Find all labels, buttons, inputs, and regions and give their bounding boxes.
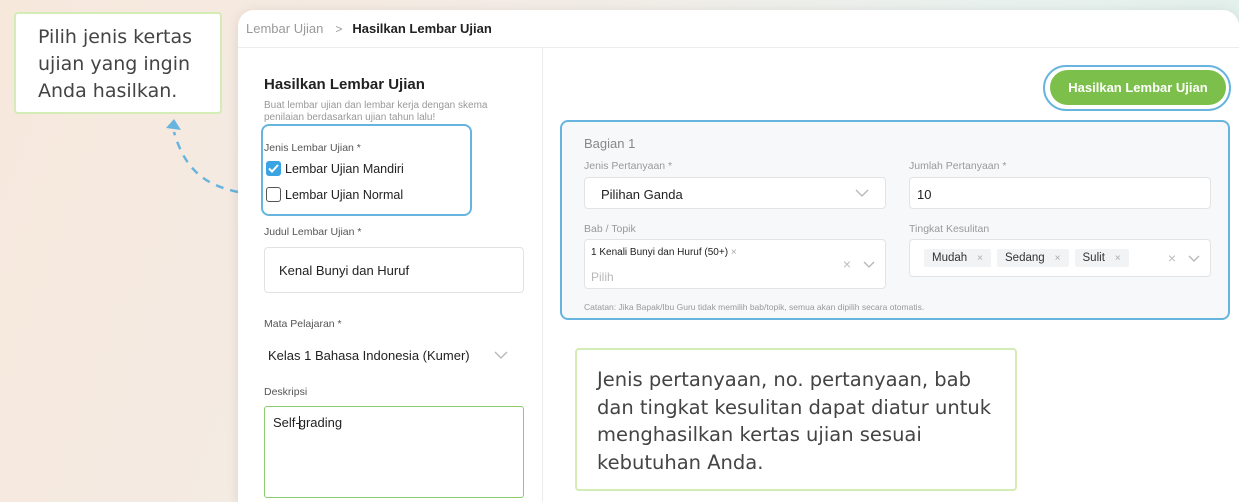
chapter-chip-label: 1 Kenali Bunyi dan Huruf (50+) — [591, 247, 729, 258]
tooltip-left-text: Pilih jenis kertas ujian yang ingin Anda… — [38, 26, 193, 102]
question-count-input[interactable]: 10 — [909, 177, 1211, 209]
question-count-value: 10 — [917, 187, 932, 202]
chevron-down-icon[interactable] — [1188, 255, 1200, 262]
highlight-box-type — [261, 124, 472, 216]
tooltip-section-settings: Jenis pertanyaan, no. pertanyaan, bab da… — [575, 348, 1017, 491]
subject-select-value: Kelas 1 Bahasa Indonesia (Kumer) — [268, 347, 470, 363]
difficulty-chips: Mudah × Sedang × Sulit × — [924, 249, 1135, 267]
difficulty-chip-sulit[interactable]: Sulit × — [1074, 249, 1129, 267]
arrow-to-tooltip-left — [172, 131, 239, 194]
chevron-down-icon — [855, 189, 869, 197]
chip-label: Mudah — [932, 252, 968, 264]
chapter-multiselect[interactable]: 1 Kenali Bunyi dan Huruf (50+) × Pilih × — [584, 239, 886, 289]
difficulty-label: Tingkat Kesulitan — [909, 223, 990, 235]
description-text-part2: grading — [298, 415, 343, 430]
tooltip-select-type: Pilih jenis kertas ujian yang ingin Anda… — [14, 12, 222, 114]
question-count-label: Jumlah Pertanyaan * — [909, 160, 1007, 172]
title-field-label: Judul Lembar Ujian * — [264, 226, 362, 238]
tooltip-bottom-text: Jenis pertanyaan, no. pertanyaan, bab da… — [597, 368, 992, 474]
page-title: Hasilkan Lembar Ujian — [264, 76, 425, 93]
section-card: Bagian 1 Jenis Pertanyaan * Pilihan Gand… — [560, 120, 1230, 320]
question-type-value: Pilihan Ganda — [601, 187, 683, 202]
chapter-placeholder: Pilih — [591, 270, 614, 284]
chip-label: Sulit — [1082, 252, 1105, 264]
difficulty-chip-sedang[interactable]: Sedang × — [997, 249, 1069, 267]
description-text-part1: Self- — [273, 415, 300, 430]
form-panel: Hasilkan Lembar Ujian Buat lembar ujian … — [238, 48, 543, 502]
page-description: Buat lembar ujian dan lembar kerja denga… — [264, 100, 488, 123]
section-title: Bagian 1 — [584, 136, 636, 151]
chip-remove-icon[interactable]: × — [1115, 253, 1121, 264]
chip-label: Sedang — [1005, 252, 1045, 264]
question-type-select[interactable]: Pilihan Ganda — [584, 177, 886, 209]
chapter-chip[interactable]: 1 Kenali Bunyi dan Huruf (50+) × — [591, 247, 737, 258]
chevron-down-icon[interactable] — [863, 261, 875, 268]
arrow-head-left — [166, 119, 181, 130]
chip-remove-icon[interactable]: × — [731, 247, 737, 258]
difficulty-multiselect[interactable]: Mudah × Sedang × Sulit × × — [909, 239, 1211, 277]
difficulty-chip-mudah[interactable]: Mudah × — [924, 249, 992, 267]
clear-icon[interactable]: × — [843, 256, 851, 272]
chip-remove-icon[interactable]: × — [977, 253, 983, 264]
chip-remove-icon[interactable]: × — [1055, 253, 1061, 264]
description-textarea[interactable]: Self-grading — [264, 406, 524, 498]
title-input-value: Kenal Bunyi dan Huruf — [279, 262, 410, 278]
clear-icon[interactable]: × — [1168, 250, 1176, 266]
subject-label: Mata Pelajaran * — [264, 318, 342, 330]
subject-select[interactable]: Kelas 1 Bahasa Indonesia (Kumer) — [264, 338, 524, 372]
generate-exam-button[interactable]: Hasilkan Lembar Ujian — [1050, 70, 1226, 105]
title-input[interactable]: Kenal Bunyi dan Huruf — [264, 247, 524, 293]
breadcrumb-parent-link[interactable]: Lembar Ujian — [246, 21, 323, 36]
question-type-label: Jenis Pertanyaan * — [584, 160, 673, 172]
chevron-down-icon — [494, 351, 508, 359]
section-note: Catatan: Jika Bapak/Ibu Guru tidak memil… — [584, 302, 925, 312]
chapter-label: Bab / Topik — [584, 223, 636, 235]
breadcrumb-current: Hasilkan Lembar Ujian — [352, 21, 492, 36]
breadcrumb: Lembar Ujian > Hasilkan Lembar Ujian — [238, 10, 1239, 48]
breadcrumb-separator: > — [335, 21, 343, 36]
description-label: Deskripsi — [264, 386, 308, 398]
